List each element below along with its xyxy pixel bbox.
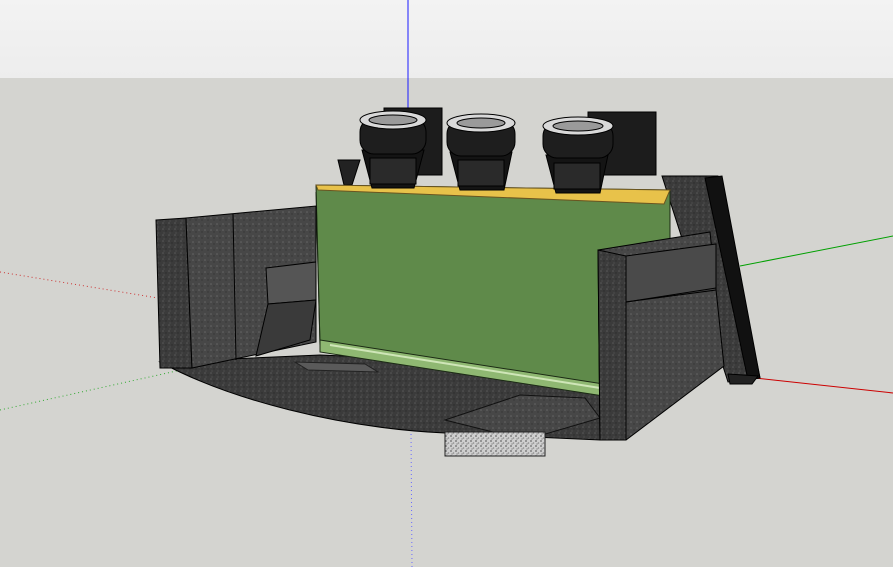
model-scene[interactable]: [0, 0, 893, 567]
speaker-2[interactable]: [446, 113, 516, 191]
floor-step: [444, 431, 546, 457]
3d-viewport[interactable]: [0, 0, 893, 567]
green-axis: [739, 235, 893, 267]
blue-axis-dotted: [410, 429, 413, 567]
red-axis-dotted: [0, 271, 171, 301]
left-side-panel[interactable]: [155, 205, 317, 369]
subwoofer-speakers[interactable]: [359, 110, 614, 194]
green-axis-dotted: [0, 367, 191, 411]
speaker-1[interactable]: [359, 110, 427, 189]
red-axis: [754, 377, 893, 394]
speaker-3[interactable]: [542, 116, 614, 194]
right-side-panel[interactable]: [597, 231, 725, 441]
